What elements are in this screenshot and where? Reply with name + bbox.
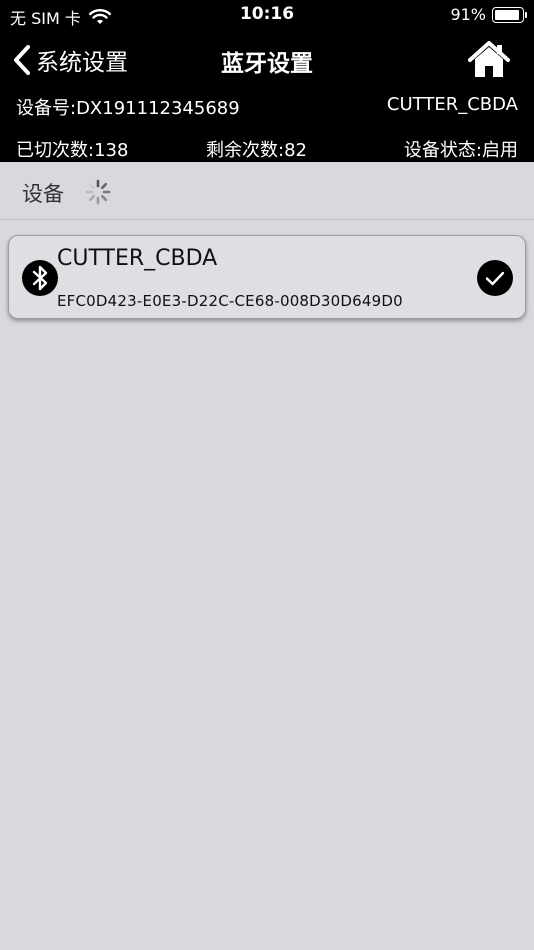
cut-count: 已切次数:138 (16, 140, 129, 161)
page-title: 蓝牙设置 (221, 51, 313, 77)
device-list-item[interactable]: CUTTER_CBDA EFC0D423-E0E3-D22C-CE68-008D… (8, 235, 526, 319)
bluetooth-icon (22, 260, 58, 296)
info-row-device: 设备号:DX191112345689 CUTTER_CBDA (16, 94, 518, 119)
section-label: 设备 (22, 182, 64, 206)
battery-fill (495, 9, 519, 20)
status-bar: 无 SIM 卡 10:16 91% (0, 0, 534, 30)
top-bar: 无 SIM 卡 10:16 91% 系统设置 蓝牙设置 设备号:DX191112… (0, 0, 534, 162)
device-name-label: CUTTER_CBDA (386, 94, 518, 115)
checkmark-icon (477, 260, 513, 296)
home-icon (468, 41, 510, 77)
status-right: 91% (450, 5, 527, 24)
info-row-counts: 已切次数:138 剩余次数:82 设备状态:启用 (16, 136, 518, 161)
device-state: 设备状态:启用 (403, 140, 518, 161)
battery-percent: 91% (450, 5, 486, 24)
bluetooth-glyph-icon (32, 265, 48, 291)
remaining-count: 剩余次数:82 (206, 140, 307, 161)
loading-spinner-icon (85, 179, 111, 205)
battery-icon (492, 6, 527, 23)
devices-section-header: 设备 (0, 162, 534, 220)
device-uuid: EFC0D423-E0E3-D22C-CE68-008D30D649D0 (57, 292, 403, 310)
device-name: CUTTER_CBDA (57, 246, 218, 271)
device-number: 设备号:DX191112345689 (16, 98, 240, 119)
home-button[interactable] (466, 40, 512, 80)
check-glyph-icon (485, 271, 505, 286)
